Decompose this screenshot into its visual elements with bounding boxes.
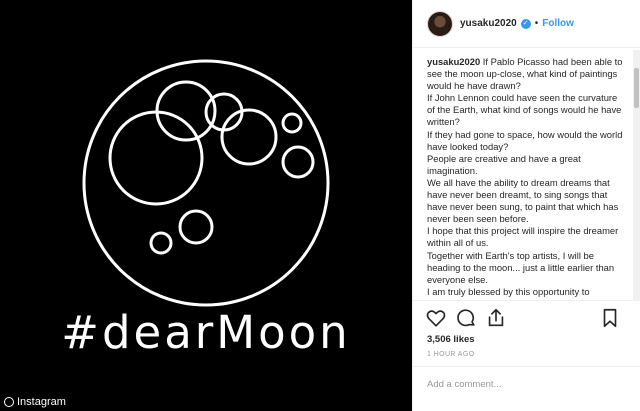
crater	[281, 145, 315, 179]
caption-line: People are creative and have a great ima…	[427, 152, 581, 176]
caption-line: If they had gone to space, how would the…	[427, 128, 623, 152]
caption-line: I hope that this project will inspire th…	[427, 225, 619, 249]
caption-line: We all have the ability to dream dreams …	[427, 176, 619, 225]
share-icon[interactable]	[485, 307, 507, 329]
instagram-camera-icon	[4, 397, 14, 407]
crater	[281, 112, 303, 134]
watermark-label: Instagram	[17, 396, 66, 408]
crater	[108, 110, 204, 206]
follow-button[interactable]: Follow	[542, 18, 574, 29]
crater	[149, 231, 173, 255]
post-header: yusaku2020 ✓ • Follow	[413, 0, 640, 48]
username-link[interactable]: yusaku2020	[460, 18, 517, 29]
bookmark-icon[interactable]	[599, 307, 621, 329]
crater	[220, 108, 278, 166]
dearmoon-hashtag: #dearMoon	[61, 306, 351, 359]
caption-line: If John Lennon could have seen the curva…	[427, 92, 622, 128]
post-sidebar: yusaku2020 ✓ • Follow yusaku2020 If Pabl…	[412, 0, 640, 411]
comment-input[interactable]: Add a comment...	[413, 366, 640, 411]
avatar[interactable]	[427, 10, 453, 37]
likes-count[interactable]: 3,506 likes	[427, 334, 475, 345]
caption-line: Together with Earth's top artists, I wil…	[427, 249, 615, 285]
heart-icon[interactable]	[425, 307, 447, 329]
action-bar	[413, 300, 640, 334]
post-caption: yusaku2020 If Pablo Picasso had been abl…	[427, 56, 625, 298]
instagram-watermark: Instagram	[4, 396, 66, 408]
crater	[178, 209, 214, 245]
caption-area: yusaku2020 If Pablo Picasso had been abl…	[413, 48, 640, 298]
caption-scrollbar[interactable]	[633, 50, 640, 300]
caption-username-link[interactable]: yusaku2020	[427, 56, 480, 67]
scrollbar-thumb[interactable]	[634, 68, 639, 108]
caption-line: I am truly blessed by this opportunity t…	[427, 285, 590, 297]
comment-icon[interactable]	[455, 307, 477, 329]
verified-badge-icon: ✓	[520, 18, 531, 29]
moon-outline	[82, 59, 330, 307]
separator-dot: •	[534, 18, 539, 29]
post-image[interactable]: #dearMoon Instagram	[0, 0, 412, 411]
post-timestamp[interactable]: 1 HOUR AGO	[427, 351, 475, 358]
